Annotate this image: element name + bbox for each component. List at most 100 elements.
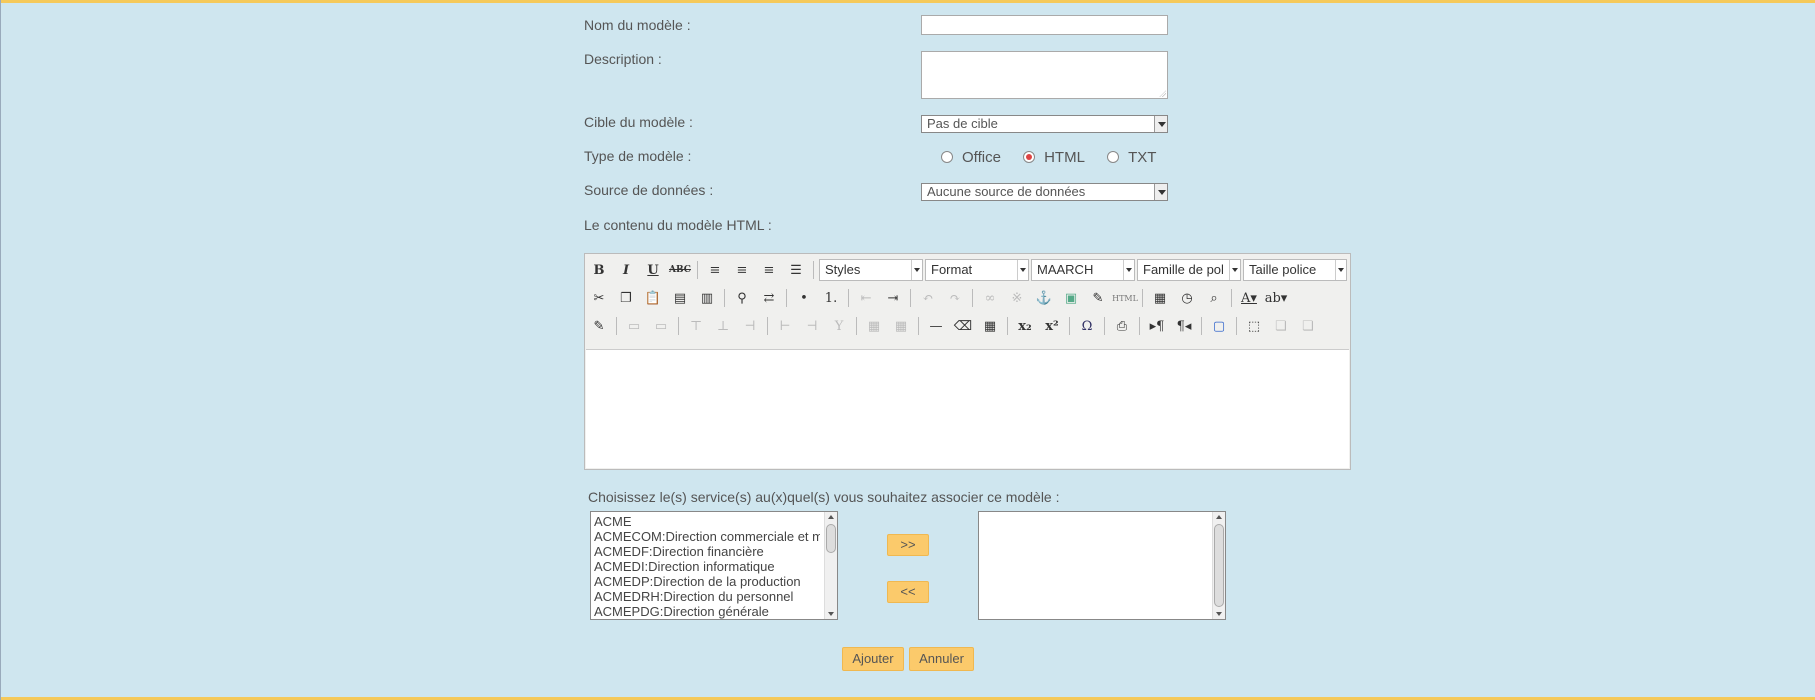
scroll-thumb[interactable] <box>826 524 836 553</box>
cancel-button[interactable]: Annuler <box>909 647 974 671</box>
list-item[interactable]: ACMECOM:Direction commerciale et m <box>594 529 820 544</box>
paste-icon[interactable]: 📋 <box>641 287 665 309</box>
delete-col-icon[interactable]: Y <box>827 315 851 337</box>
description-field[interactable] <box>921 51 1168 99</box>
indent-icon[interactable]: ⇥ <box>881 287 905 309</box>
styles-select[interactable]: Styles <box>819 259 923 281</box>
table-icon[interactable]: ▦ <box>978 315 1002 337</box>
remove-format-icon[interactable]: ⌫ <box>951 315 975 337</box>
name-field[interactable] <box>921 15 1168 35</box>
scroll-down-icon[interactable] <box>1213 609 1225 619</box>
html-icon[interactable]: HTML <box>1112 287 1138 309</box>
list-item[interactable]: ACMEPDG:Direction générale <box>594 604 820 619</box>
selected-services-scrollbar[interactable] <box>1212 512 1225 619</box>
insert-date-icon[interactable]: ▦ <box>1148 287 1172 309</box>
source-select[interactable]: Aucune source de données <box>921 183 1168 201</box>
type-radio-txt[interactable] <box>1107 151 1120 164</box>
numbered-list-icon[interactable]: 1. <box>819 287 843 309</box>
available-services-list[interactable]: ACME ACMECOM:Direction commerciale et m AC… <box>590 511 838 620</box>
paste-text-icon[interactable]: ▤ <box>668 287 692 309</box>
ltr-icon[interactable]: ▸¶ <box>1145 315 1169 337</box>
chevron-down-icon[interactable] <box>1335 260 1346 280</box>
edit-properties-icon[interactable]: ✎ <box>587 315 611 337</box>
link-icon[interactable]: ∞ <box>978 287 1002 309</box>
underline-icon[interactable]: U <box>641 259 665 281</box>
selected-services-list[interactable] <box>978 511 1226 620</box>
type-radio-office[interactable] <box>941 151 953 164</box>
copy-icon[interactable]: ❐ <box>614 287 638 309</box>
align-right-icon[interactable]: ≡ <box>757 259 781 281</box>
italic-icon[interactable]: I <box>614 259 638 281</box>
print-icon[interactable]: ⎙ <box>1110 315 1134 337</box>
align-center-icon[interactable]: ≡ <box>730 259 754 281</box>
find-icon[interactable]: ⚲ <box>730 287 754 309</box>
paste-word-icon[interactable]: ▥ <box>695 287 719 309</box>
chevron-down-icon[interactable] <box>1123 260 1134 280</box>
insert-row-before-icon[interactable]: ⊤ <box>684 315 708 337</box>
chevron-down-icon[interactable] <box>911 260 922 280</box>
split-cells-icon[interactable]: ▦ <box>862 315 886 337</box>
text-color-icon[interactable]: A▾ <box>1237 287 1261 309</box>
cleanup-icon[interactable]: ✎ <box>1086 287 1110 309</box>
layer-icon[interactable]: ❏ <box>1269 315 1293 337</box>
chevron-down-icon[interactable] <box>1154 184 1167 200</box>
merge-cells-icon[interactable]: ▦ <box>889 315 913 337</box>
font-size-select[interactable]: Taille police <box>1243 259 1347 281</box>
undo-icon[interactable]: ↶ <box>916 287 940 309</box>
anchor-icon[interactable]: ⚓ <box>1032 287 1056 309</box>
replace-icon[interactable]: ⇄ <box>757 287 781 309</box>
scroll-up-icon[interactable] <box>825 512 837 522</box>
cut-icon[interactable]: ✂ <box>587 287 611 309</box>
chevron-down-icon[interactable] <box>1229 260 1240 280</box>
scroll-down-icon[interactable] <box>825 609 837 619</box>
delete-row-icon[interactable]: ⊣ <box>738 315 762 337</box>
maarch-select[interactable]: MAARCH <box>1031 259 1135 281</box>
highlight-color-icon[interactable]: ab▾ <box>1264 287 1288 309</box>
redo-icon[interactable]: ↷ <box>943 287 967 309</box>
add-service-button[interactable]: >> <box>887 534 929 556</box>
list-item[interactable]: ACME <box>594 514 820 529</box>
strikethrough-icon[interactable]: ABC <box>668 259 692 281</box>
resize-grip-icon[interactable] <box>1159 90 1166 97</box>
list-item[interactable]: ACMEDRH:Direction du personnel <box>594 589 820 604</box>
chevron-down-icon[interactable] <box>1017 260 1028 280</box>
layer-2-icon[interactable]: ❏ <box>1296 315 1320 337</box>
insert-row-after-icon[interactable]: ⊥ <box>711 315 735 337</box>
table-row-icon[interactable]: ▭ <box>622 315 646 337</box>
image-icon[interactable]: ▣ <box>1059 287 1083 309</box>
submit-button[interactable]: Ajouter <box>842 647 904 671</box>
remove-service-button[interactable]: << <box>887 581 929 603</box>
insert-col-after-icon[interactable]: ⊣ <box>800 315 824 337</box>
available-services-scrollbar[interactable] <box>824 512 837 619</box>
insert-time-icon[interactable]: ◷ <box>1175 287 1199 309</box>
toolbar-separator <box>1139 317 1140 335</box>
chevron-down-icon[interactable] <box>1154 116 1167 132</box>
preview-icon[interactable]: ⌕ <box>1202 287 1226 309</box>
unlink-icon[interactable]: ※ <box>1005 287 1029 309</box>
fullscreen-icon[interactable]: ▢ <box>1207 315 1231 337</box>
font-family-select[interactable]: Famille de pol <box>1137 259 1241 281</box>
visual-aid-icon[interactable]: ⬚ <box>1242 315 1266 337</box>
align-justify-icon[interactable]: ☰ <box>784 259 808 281</box>
bullet-list-icon[interactable]: • <box>792 287 816 309</box>
superscript-icon[interactable]: x² <box>1040 315 1064 337</box>
insert-col-before-icon[interactable]: ⊢ <box>773 315 797 337</box>
outdent-icon[interactable]: ⇤ <box>854 287 878 309</box>
scroll-thumb[interactable] <box>1214 524 1224 607</box>
list-item[interactable]: ACMEDF:Direction financière <box>594 544 820 559</box>
rtl-icon[interactable]: ¶◂ <box>1172 315 1196 337</box>
scroll-up-icon[interactable] <box>1213 512 1225 522</box>
special-char-icon[interactable]: Ω <box>1075 315 1099 337</box>
align-left-icon[interactable]: ≡ <box>703 259 727 281</box>
bold-icon[interactable]: B <box>587 259 611 281</box>
list-item[interactable]: ACMEDI:Direction informatique <box>594 559 820 574</box>
format-select[interactable]: Format <box>925 259 1029 281</box>
horizontal-rule-icon[interactable]: — <box>924 315 948 337</box>
toolbar-separator <box>786 289 787 307</box>
table-cell-icon[interactable]: ▭ <box>649 315 673 337</box>
subscript-icon[interactable]: x₂ <box>1013 315 1037 337</box>
editor-content-area[interactable] <box>586 349 1349 468</box>
type-radio-html[interactable] <box>1023 151 1036 164</box>
target-select[interactable]: Pas de cible <box>921 115 1168 133</box>
list-item[interactable]: ACMEDP:Direction de la production <box>594 574 820 589</box>
